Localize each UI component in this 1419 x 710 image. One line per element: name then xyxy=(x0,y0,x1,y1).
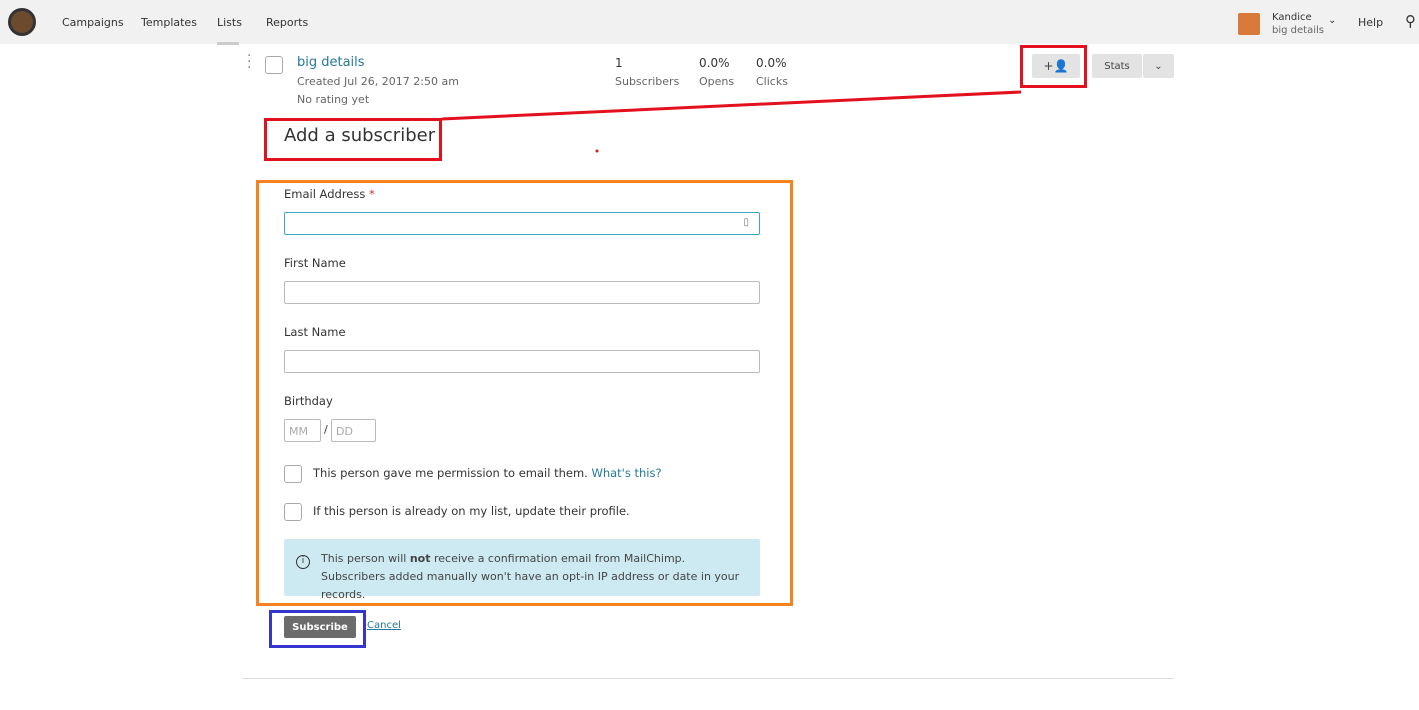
annotation-box-subscribe xyxy=(269,610,366,648)
annotation-box-form xyxy=(256,180,793,606)
